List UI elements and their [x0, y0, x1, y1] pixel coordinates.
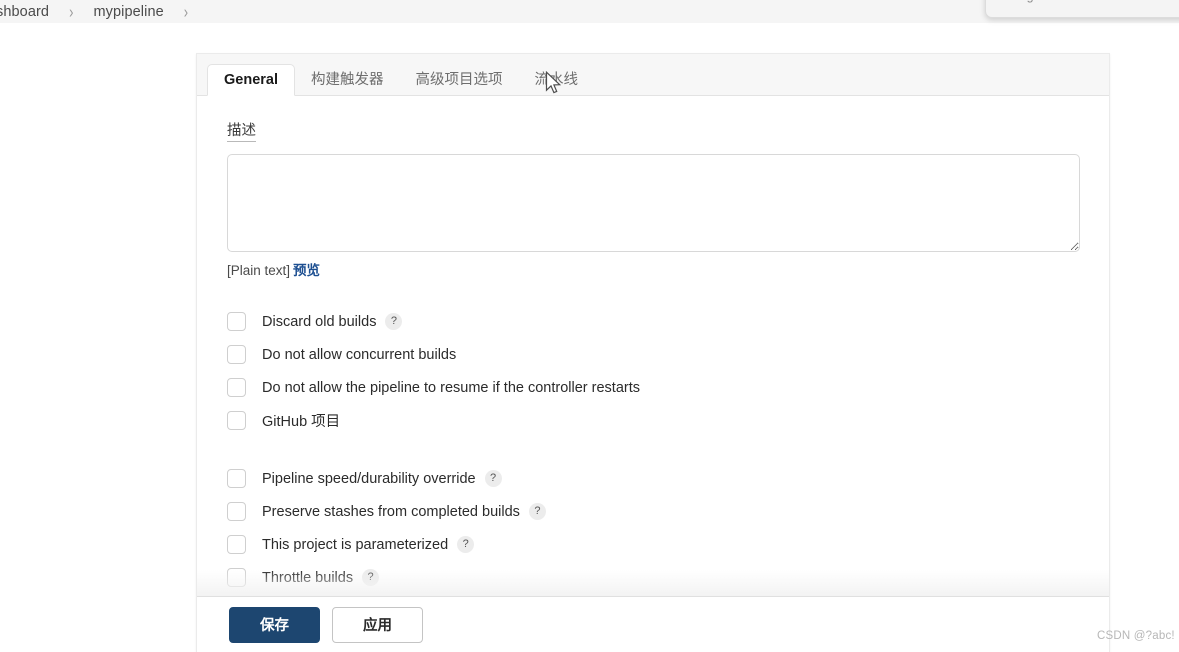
description-textarea[interactable]	[227, 154, 1080, 252]
checkbox-row-discard-old-builds[interactable]: Discard old builds ?	[227, 305, 1079, 338]
description-label: 描述	[227, 122, 256, 142]
checkbox-preserve-stashes[interactable]	[227, 502, 246, 521]
checkbox-row-project-parameterized[interactable]: This project is parameterized ?	[227, 528, 1079, 561]
checkbox-row-preserve-stashes[interactable]: Preserve stashes from completed builds ?	[227, 495, 1079, 528]
help-icon-speed-durability-override[interactable]: ?	[484, 470, 502, 487]
tab-pipeline[interactable]: 流水线	[519, 64, 595, 96]
checkbox-group-2: Pipeline speed/durability override ? Pre…	[227, 462, 1079, 594]
apply-button[interactable]: 应用	[332, 606, 423, 643]
tab-build-triggers[interactable]: 构建触发器	[295, 64, 400, 96]
tab-advanced-project-options[interactable]: 高级项目选项	[400, 64, 519, 96]
plain-text-note: [Plain text]	[227, 263, 291, 278]
checkbox-label-preserve-stashes: Preserve stashes from completed builds	[262, 503, 520, 520]
preview-link[interactable]: 预览	[293, 263, 320, 278]
tab-general[interactable]: General	[207, 64, 295, 96]
checkbox-label-discard-old-builds: Discard old builds	[262, 313, 377, 330]
checkbox-label-project-parameterized: This project is parameterized	[262, 536, 449, 553]
breadcrumb-item-dashboard[interactable]: shboard	[0, 4, 49, 20]
google-translate-popup[interactable]: Google Translate	[985, 0, 1179, 18]
csdn-watermark: CSDN @?abc!	[1097, 630, 1175, 642]
checkbox-label-throttle-builds: Throttle builds	[262, 569, 354, 586]
general-settings-panel: 描述 [Plain text] 预览 Discard old builds ? D…	[197, 96, 1109, 596]
checkbox-no-concurrent-builds[interactable]	[227, 345, 246, 364]
breadcrumb-separator: ›	[69, 1, 74, 22]
description-format-row: [Plain text] 预览	[227, 259, 1079, 279]
checkbox-discard-old-builds[interactable]	[227, 312, 246, 331]
checkbox-label-github-project: GitHub 项目	[262, 414, 341, 430]
checkbox-throttle-builds[interactable]	[227, 568, 246, 587]
breadcrumb-item-mypipeline[interactable]: mypipeline	[93, 4, 163, 20]
checkbox-speed-durability-override[interactable]	[227, 469, 246, 488]
checkbox-row-speed-durability-override[interactable]: Pipeline speed/durability override ?	[227, 462, 1079, 495]
checkbox-no-resume-on-restart[interactable]	[227, 378, 246, 397]
checkbox-group-1: Discard old builds ? Do not allow concur…	[227, 305, 1079, 437]
checkbox-label-no-resume-on-restart: Do not allow the pipeline to resume if t…	[262, 379, 640, 396]
checkbox-row-no-concurrent-builds[interactable]: Do not allow concurrent builds	[227, 338, 1079, 371]
checkbox-label-speed-durability-override: Pipeline speed/durability override	[262, 470, 476, 487]
checkbox-label-no-concurrent-builds: Do not allow concurrent builds	[262, 346, 457, 363]
config-card: General 构建触发器 高级项目选项 流水线 描述 [Plain text]…	[196, 53, 1110, 652]
checkbox-row-github-project[interactable]: GitHub 项目	[227, 404, 1079, 437]
breadcrumb-separator-2: ›	[183, 1, 189, 22]
help-icon-preserve-stashes[interactable]: ?	[528, 503, 546, 520]
checkbox-row-throttle-builds[interactable]: Throttle builds ?	[227, 561, 1079, 594]
checkbox-row-no-resume-on-restart[interactable]: Do not allow the pipeline to resume if t…	[227, 371, 1079, 404]
form-action-bar: 保存 应用	[197, 596, 1109, 652]
save-button[interactable]: 保存	[229, 606, 320, 643]
checkbox-github-project[interactable]	[227, 411, 246, 430]
google-translate-title: Google Translate	[1003, 0, 1098, 3]
help-icon-project-parameterized[interactable]: ?	[457, 536, 475, 553]
help-icon-discard-old-builds[interactable]: ?	[385, 313, 403, 330]
tab-strip: General 构建触发器 高级项目选项 流水线	[197, 54, 1109, 96]
help-icon-throttle-builds[interactable]: ?	[362, 569, 380, 586]
checkbox-project-parameterized[interactable]	[227, 535, 246, 554]
